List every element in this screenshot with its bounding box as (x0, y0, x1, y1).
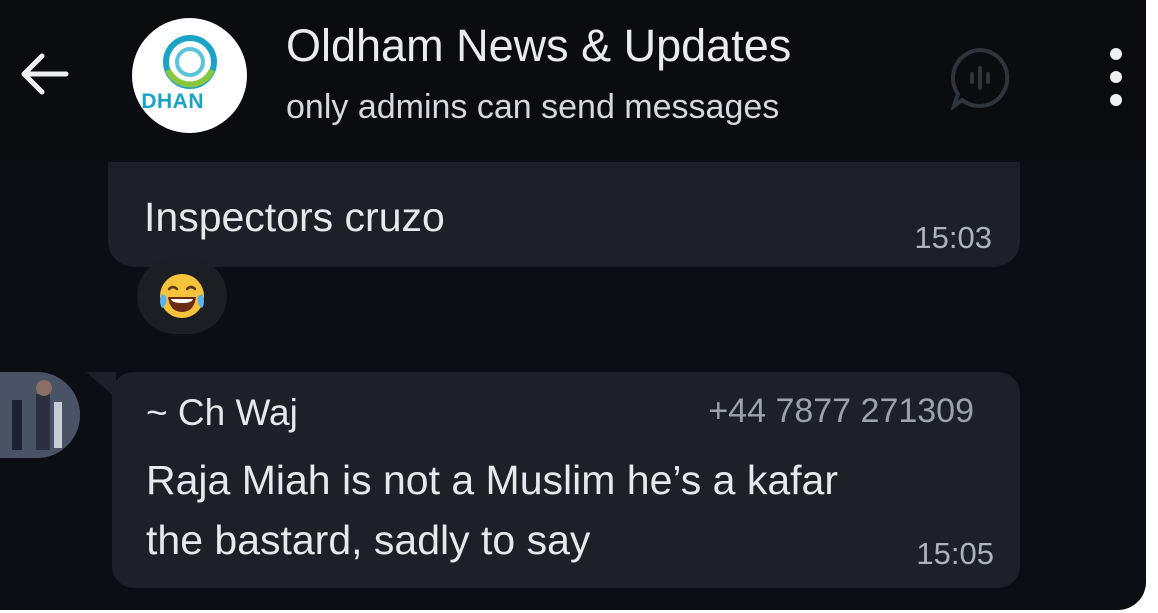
message-text: Raja Miah is not a Muslim he’s a kafar t… (146, 457, 838, 563)
more-vertical-icon-dot (1110, 94, 1122, 106)
message-bubble[interactable]: ~ Ch Waj +44 7877 271309 Raja Miah is no… (112, 372, 1020, 588)
chat-header: LDHAN Oldham News & Updates only admins … (0, 0, 1146, 160)
chat-subtitle: only admins can send messages (286, 88, 780, 126)
sender-photo (0, 372, 80, 458)
sender-phone[interactable]: +44 7877 271309 (708, 392, 974, 431)
more-vertical-icon-dot (1110, 71, 1122, 83)
message-bubble[interactable]: Inspectors cruzo 15:03 (108, 162, 1020, 267)
back-button[interactable] (14, 44, 74, 104)
message-time: 15:05 (916, 536, 994, 571)
laughing-tears-emoji-icon (160, 274, 204, 318)
more-vertical-icon (1110, 48, 1122, 60)
chat-screen: LDHAN Oldham News & Updates only admins … (0, 0, 1146, 610)
message-time: 15:03 (914, 220, 992, 255)
group-logo-icon (163, 35, 217, 89)
sender-avatar[interactable] (0, 372, 80, 458)
group-logo-text: LDHAN (132, 90, 204, 113)
voice-chat-button[interactable] (948, 46, 1012, 112)
message-text: Inspectors cruzo (144, 194, 445, 240)
sender-name[interactable]: ~ Ch Waj (146, 392, 298, 434)
more-options-button[interactable] (1096, 42, 1136, 112)
arrow-left-icon (21, 53, 69, 95)
message-reaction[interactable] (137, 258, 227, 334)
chat-title[interactable]: Oldham News & Updates (286, 20, 791, 72)
group-avatar[interactable]: LDHAN (132, 18, 247, 133)
voice-chat-icon (950, 47, 1010, 112)
